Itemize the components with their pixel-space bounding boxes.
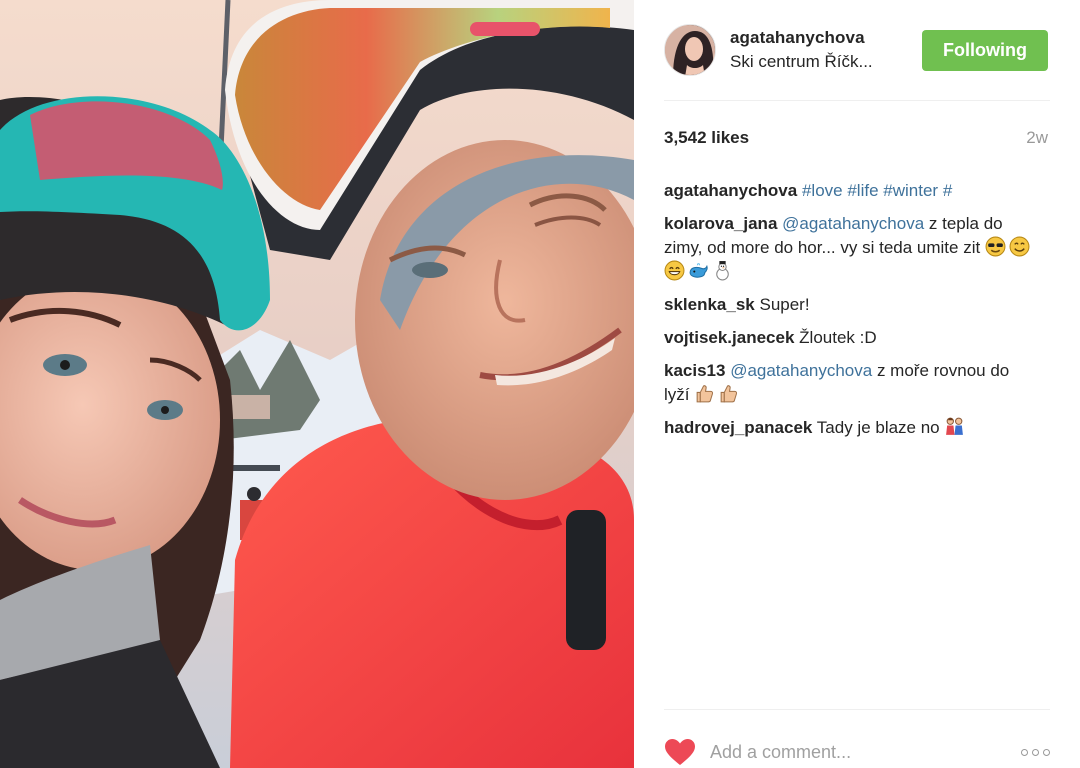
list-item: sklenka_sk Super! xyxy=(664,293,1036,317)
post-author-username[interactable]: agatahanychova xyxy=(730,28,922,48)
comment-mention[interactable]: @agatahanychova xyxy=(782,214,924,233)
add-comment-input[interactable] xyxy=(710,741,1021,763)
post-photo[interactable] xyxy=(0,0,634,768)
comment-username[interactable]: hadrovej_panacek xyxy=(664,418,812,437)
heart-icon[interactable] xyxy=(664,738,696,766)
user-avatar[interactable] xyxy=(664,24,716,76)
couple-icon xyxy=(944,416,965,437)
post-viewer: agatahanychova Ski centrum Říčk... Follo… xyxy=(0,0,1080,768)
following-button[interactable]: Following xyxy=(922,29,1048,71)
caption: agatahanychova #love #life #winter # xyxy=(664,179,1036,203)
list-item: vojtisek.janecek Žloutek :D xyxy=(664,326,1036,350)
comment-username[interactable]: vojtisek.janecek xyxy=(664,328,794,347)
grinning-face-icon xyxy=(664,260,685,281)
thumbs-up-icon xyxy=(694,383,715,404)
hashtag-life[interactable]: #life xyxy=(847,181,878,200)
header-divider xyxy=(664,100,1050,101)
smiling-face-icon xyxy=(1009,236,1030,257)
comment-mention[interactable]: @agatahanychova xyxy=(730,361,872,380)
comment-bar xyxy=(664,735,1050,768)
likes-count[interactable]: 3,542 likes xyxy=(664,128,749,148)
comments-list: agatahanychova #love #life #winter # kol… xyxy=(664,179,1036,449)
post-photo-image xyxy=(0,0,634,768)
post-location[interactable]: Ski centrum Říčk... xyxy=(730,52,922,72)
likes-row: 3,542 likes 2w xyxy=(664,128,1048,148)
post-header: agatahanychova Ski centrum Říčk... Follo… xyxy=(664,22,1048,78)
post-age[interactable]: 2w xyxy=(1026,128,1048,148)
comment-username[interactable]: sklenka_sk xyxy=(664,295,755,314)
user-block: agatahanychova Ski centrum Říčk... xyxy=(730,28,922,72)
list-item: hadrovej_panacek Tady je blaze no xyxy=(664,416,1036,440)
hashtag-love[interactable]: #love xyxy=(802,181,843,200)
list-item: kolarova_jana @agatahanychova z tepla do… xyxy=(664,212,1036,284)
comment-text: Tady je blaze no xyxy=(816,418,940,437)
hashtag-winter[interactable]: #winter xyxy=(883,181,938,200)
comment-username[interactable]: kolarova_jana xyxy=(664,214,777,233)
footer-divider xyxy=(664,709,1050,710)
caption-username[interactable]: agatahanychova xyxy=(664,181,797,200)
sunglasses-face-icon xyxy=(985,236,1006,257)
thumbs-up-icon xyxy=(718,383,739,404)
comment-text: Žloutek :D xyxy=(799,328,877,347)
comment-username[interactable]: kacis13 xyxy=(664,361,725,380)
list-item: kacis13 @agatahanychova z moře rovnou do… xyxy=(664,359,1036,407)
whale-icon xyxy=(688,260,709,281)
snowman-icon xyxy=(712,260,733,281)
hashtag-truncated[interactable]: # xyxy=(943,181,952,200)
more-options-icon[interactable] xyxy=(1021,748,1050,756)
avatar-image xyxy=(665,25,715,75)
comment-text: Super! xyxy=(759,295,810,314)
post-details-panel: agatahanychova Ski centrum Říčk... Follo… xyxy=(634,0,1080,768)
